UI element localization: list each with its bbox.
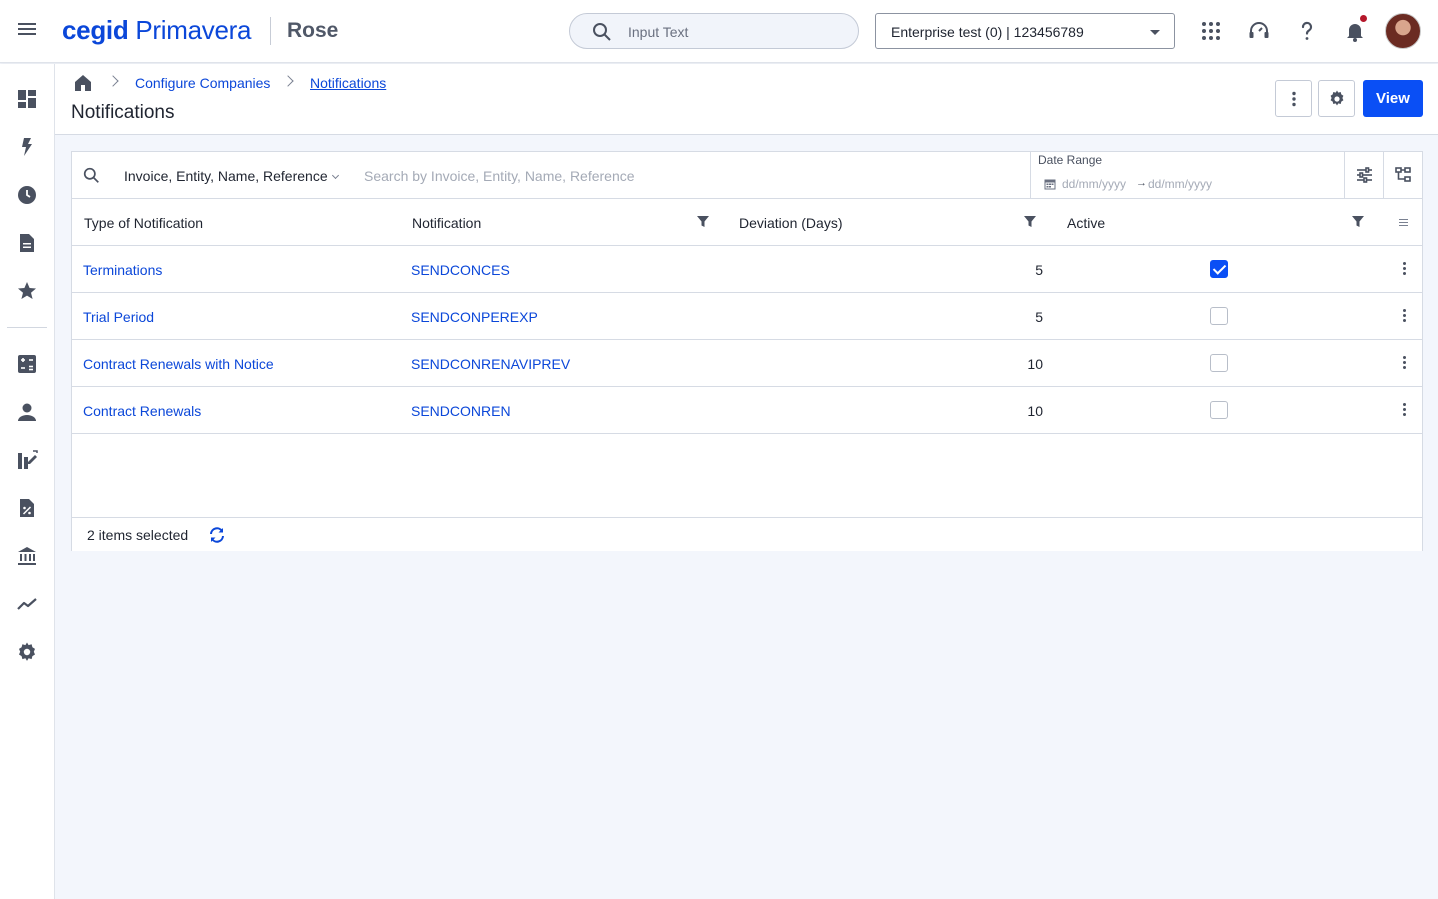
date-range-label: Date Range [1038,153,1103,167]
date-from-input[interactable]: dd/mm/yyyy [1062,177,1126,191]
view-button[interactable]: View [1363,80,1423,117]
global-search-input[interactable] [628,22,838,42]
dashboard-icon[interactable] [16,88,38,110]
calendar-icon [1044,179,1056,190]
column-header-notification[interactable]: Notification [412,215,481,231]
user-avatar[interactable] [1385,13,1421,49]
notifications-button[interactable] [1343,15,1367,43]
cell-type[interactable]: Contract Renewals [83,403,201,419]
person-icon[interactable] [16,401,38,423]
table-row[interactable]: Contract Renewals SENDCONREN 10 [72,387,1422,434]
page-settings-button[interactable] [1318,80,1355,117]
search-icon [83,167,99,183]
enterprise-select-value: Enterprise test (0) | 123456789 [891,24,1084,40]
table-footer: 2 items selected [72,517,1422,551]
global-search[interactable] [569,13,859,49]
document-icon[interactable] [16,232,38,254]
column-header-deviation[interactable]: Deviation (Days) [739,215,842,231]
sidebar [0,64,55,899]
cell-notification[interactable]: SENDCONREN [411,403,511,419]
sliders-icon [1357,167,1372,183]
active-checkbox[interactable] [1210,260,1228,278]
notification-dot [1360,15,1367,22]
chevron-right-icon [282,75,294,87]
row-kebab-menu-icon[interactable] [1401,309,1407,325]
row-kebab-menu-icon[interactable] [1401,262,1407,278]
kebab-menu-icon [1292,91,1296,107]
column-header-active[interactable]: Active [1067,215,1105,231]
cell-deviation: 10 [1027,356,1043,372]
cell-deviation: 5 [1035,262,1043,278]
page-title: Notifications [71,102,175,123]
bank-icon[interactable] [16,545,38,567]
search-field-selector[interactable]: Invoice, Entity, Name, Reference [124,168,328,184]
cell-deviation: 5 [1035,309,1043,325]
breadcrumb-notifications[interactable]: Notifications [310,75,386,91]
trending-icon[interactable] [16,593,38,615]
logo-divider [270,17,271,45]
cell-type[interactable]: Contract Renewals with Notice [83,356,274,372]
cell-notification[interactable]: SENDCONCES [411,262,510,278]
column-settings-icon[interactable] [1399,219,1408,226]
hierarchy-icon [1395,167,1411,182]
more-options-button[interactable] [1275,80,1312,117]
logo-primary-text: cegid [62,15,129,45]
top-bar: cegid Primavera Rose Enterprise test (0)… [0,0,1438,63]
date-to-input[interactable]: dd/mm/yyyy [1148,177,1212,191]
cell-notification[interactable]: SENDCONRENAVIPREV [411,356,570,372]
date-range-picker[interactable]: Date Range dd/mm/yyyy → dd/mm/yyyy [1030,152,1344,198]
star-icon[interactable] [16,280,38,302]
table-row[interactable]: Trial Period SENDCONPEREXP 5 [72,293,1422,340]
arrow-right-icon: → [1136,177,1147,189]
calculator-icon[interactable] [16,353,38,375]
notifications-table-card: Invoice, Entity, Name, Reference Date Ra… [71,151,1423,551]
app-logo[interactable]: cegid Primavera [62,14,251,46]
edit-list-icon[interactable] [16,449,38,471]
row-kebab-menu-icon[interactable] [1401,356,1407,372]
table-search-input[interactable] [364,166,964,186]
search-icon [593,23,611,41]
breadcrumb-configure-companies[interactable]: Configure Companies [135,75,270,91]
active-checkbox[interactable] [1210,401,1228,419]
active-checkbox[interactable] [1210,354,1228,372]
gear-icon [1330,90,1344,106]
table-row[interactable]: Terminations SENDCONCES 5 [72,246,1422,293]
row-kebab-menu-icon[interactable] [1401,403,1407,419]
hamburger-menu-icon[interactable] [16,20,38,42]
filter-bar: Invoice, Entity, Name, Reference Date Ra… [72,152,1422,199]
chevron-right-icon [107,75,119,87]
cell-notification[interactable]: SENDCONPEREXP [411,309,538,325]
cell-type[interactable]: Terminations [83,262,162,278]
chevron-down-icon[interactable] [331,171,340,180]
help-icon[interactable] [1295,19,1319,43]
company-name: Rose [287,19,339,42]
column-header-type[interactable]: Type of Notification [84,215,203,231]
selected-count: 2 items selected [87,527,189,543]
cell-type[interactable]: Trial Period [83,309,154,325]
percent-document-icon[interactable] [16,497,38,519]
table-header: Type of Notification Notification Deviat… [72,199,1422,246]
lightning-icon[interactable] [16,136,38,158]
refresh-icon[interactable] [208,526,226,544]
filter-icon[interactable] [1024,216,1036,228]
logo-secondary-text: Primavera [135,15,252,45]
filter-icon[interactable] [697,216,709,228]
table-row[interactable]: Contract Renewals with Notice SENDCONREN… [72,340,1422,387]
active-checkbox[interactable] [1210,307,1228,325]
sidebar-divider [7,327,47,328]
clock-icon[interactable] [16,184,38,206]
home-icon[interactable] [74,74,92,92]
filter-icon[interactable] [1352,216,1364,228]
headset-icon[interactable] [1247,19,1271,43]
page-header: Configure Companies Notifications Notifi… [55,64,1438,135]
settings-icon[interactable] [16,641,38,663]
caret-down-icon [1150,30,1160,35]
advanced-filters-button[interactable] [1344,152,1383,198]
enterprise-select[interactable]: Enterprise test (0) | 123456789 [875,13,1175,49]
bell-icon [1347,24,1363,42]
cell-deviation: 10 [1027,403,1043,419]
grouping-button[interactable] [1383,152,1422,198]
apps-grid-icon[interactable] [1199,19,1223,43]
